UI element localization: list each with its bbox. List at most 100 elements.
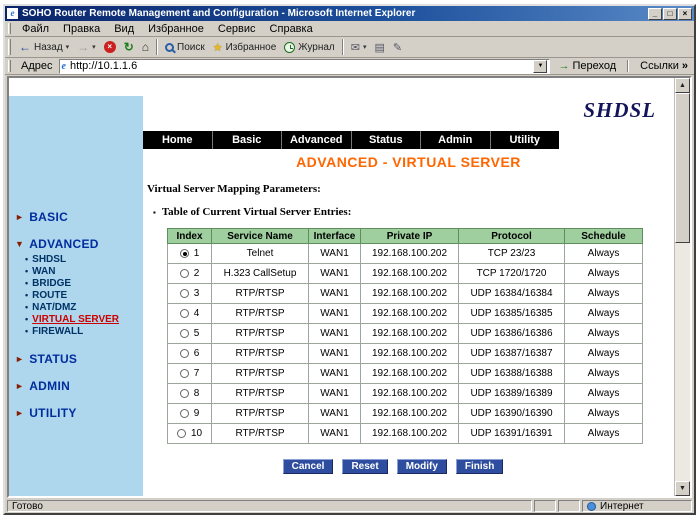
address-dropdown-button[interactable]: ▼ bbox=[533, 60, 547, 73]
sidebar-item-route[interactable]: •ROUTE bbox=[9, 289, 143, 301]
cell-index: 4 bbox=[168, 304, 212, 324]
go-button[interactable]: → Переход bbox=[554, 60, 620, 72]
tab-status[interactable]: Status bbox=[352, 131, 422, 149]
history-button[interactable]: Журнал bbox=[280, 38, 339, 57]
tab-admin[interactable]: Admin bbox=[421, 131, 491, 149]
edit-button[interactable]: ✎ bbox=[389, 38, 406, 57]
cell-private-ip: 192.168.100.202 bbox=[361, 264, 459, 284]
sidebar-section-admin[interactable]: ►ADMIN bbox=[9, 377, 143, 395]
row-select-radio[interactable] bbox=[180, 329, 189, 338]
scrollbar-thumb[interactable] bbox=[675, 93, 690, 243]
menubar-grip[interactable] bbox=[8, 23, 11, 35]
cell-service-name: RTP/RTSP bbox=[212, 344, 309, 364]
scroll-up-button[interactable]: ▲ bbox=[675, 78, 690, 93]
row-select-radio[interactable] bbox=[180, 309, 189, 318]
menu-item-1[interactable]: Файл bbox=[15, 22, 56, 36]
menu-item-3[interactable]: Вид bbox=[107, 22, 141, 36]
sidebar-item-bridge[interactable]: •BRIDGE bbox=[9, 277, 143, 289]
scrollbar-track[interactable] bbox=[675, 243, 690, 481]
back-button[interactable]: ← Назад ▾ bbox=[15, 38, 73, 57]
forward-dropdown-icon[interactable]: ▾ bbox=[92, 43, 96, 51]
sidebar-item-wan[interactable]: •WAN bbox=[9, 265, 143, 277]
back-dropdown-icon[interactable]: ▾ bbox=[66, 43, 70, 51]
mail-button[interactable]: ✉ ▾ bbox=[347, 38, 371, 57]
address-input[interactable]: e http://10.1.1.6 ▼ bbox=[59, 59, 551, 74]
menu-item-2[interactable]: Правка bbox=[56, 22, 107, 36]
go-arrow-icon: → bbox=[558, 60, 569, 72]
refresh-button[interactable]: ↻ bbox=[120, 38, 138, 57]
cell-index: 7 bbox=[168, 364, 212, 384]
row-index: 8 bbox=[194, 388, 200, 399]
sidebar-item-firewall[interactable]: •FIREWALL bbox=[9, 325, 143, 337]
cell-interface: WAN1 bbox=[309, 384, 361, 404]
vertical-scrollbar[interactable]: ▲ ▼ bbox=[674, 78, 690, 496]
sidebar-section-status[interactable]: ►STATUS bbox=[9, 350, 143, 368]
sidebar-section-label: BASIC bbox=[29, 210, 68, 224]
status-ready-pane: Готово bbox=[7, 500, 532, 512]
params-heading: Virtual Server Mapping Parameters: bbox=[147, 183, 674, 195]
bullet-icon: • bbox=[25, 326, 28, 336]
stop-button[interactable]: × bbox=[100, 38, 120, 57]
status-zone-pane: Интернет bbox=[582, 500, 692, 512]
sidebar-section-label: UTILITY bbox=[29, 406, 76, 420]
cell-index: 9 bbox=[168, 404, 212, 424]
cell-schedule: Always bbox=[565, 344, 643, 364]
minimize-button[interactable]: _ bbox=[648, 8, 662, 20]
row-select-radio[interactable] bbox=[180, 409, 189, 418]
tab-basic[interactable]: Basic bbox=[213, 131, 283, 149]
cell-protocol: UDP 16389/16389 bbox=[459, 384, 565, 404]
cancel-button[interactable]: Cancel bbox=[283, 459, 334, 474]
addressbar-grip[interactable] bbox=[8, 60, 11, 72]
finish-button[interactable]: Finish bbox=[456, 459, 503, 474]
row-index: 7 bbox=[194, 368, 200, 379]
reset-button[interactable]: Reset bbox=[342, 459, 387, 474]
search-button[interactable]: Поиск bbox=[161, 38, 209, 57]
refresh-icon: ↻ bbox=[124, 40, 134, 54]
row-select-radio[interactable] bbox=[180, 249, 189, 258]
sidebar-item-shdsl[interactable]: •SHDSL bbox=[9, 253, 143, 265]
tab-utility[interactable]: Utility bbox=[491, 131, 560, 149]
sidebar-section-advanced[interactable]: ▼ADVANCED bbox=[9, 235, 143, 253]
mail-icon: ✉ bbox=[351, 41, 360, 54]
cell-protocol: TCP 1720/1720 bbox=[459, 264, 565, 284]
row-select-radio[interactable] bbox=[180, 369, 189, 378]
home-button[interactable]: ⌂ bbox=[138, 38, 153, 57]
sidebar-item-label: BRIDGE bbox=[32, 278, 71, 289]
back-icon: ← bbox=[19, 40, 31, 54]
menu-item-6[interactable]: Справка bbox=[263, 22, 320, 36]
tab-advanced[interactable]: Advanced bbox=[282, 131, 352, 149]
toolbar-separator bbox=[342, 39, 344, 55]
maximize-button[interactable]: □ bbox=[663, 8, 677, 20]
row-index: 4 bbox=[194, 308, 200, 319]
print-button[interactable]: ▤ bbox=[371, 38, 389, 57]
cell-interface: WAN1 bbox=[309, 344, 361, 364]
sidebar-section-label: ADVANCED bbox=[29, 237, 99, 251]
favorites-button[interactable]: ★ Избранное bbox=[209, 38, 281, 57]
toolbar-grip[interactable] bbox=[8, 39, 11, 55]
print-icon: ▤ bbox=[375, 41, 385, 54]
mail-dropdown-icon[interactable]: ▾ bbox=[363, 43, 367, 51]
form-button-row: Cancel Reset Modify Finish bbox=[143, 459, 643, 474]
links-button[interactable]: Ссылки » bbox=[636, 60, 692, 72]
modify-button[interactable]: Modify bbox=[397, 459, 447, 474]
tab-home[interactable]: Home bbox=[143, 131, 213, 149]
sidebar-item-label: NAT/DMZ bbox=[32, 302, 76, 313]
row-select-radio[interactable] bbox=[180, 349, 189, 358]
sidebar-section-utility[interactable]: ►UTILITY bbox=[9, 404, 143, 422]
sidebar-item-virtual-server[interactable]: •VIRTUAL SERVER bbox=[9, 313, 143, 325]
home-icon: ⌂ bbox=[142, 40, 149, 54]
row-select-radio[interactable] bbox=[180, 269, 189, 278]
close-button[interactable]: × bbox=[678, 8, 692, 20]
row-select-radio[interactable] bbox=[180, 289, 189, 298]
row-select-radio[interactable] bbox=[177, 429, 186, 438]
menu-item-4[interactable]: Избранное bbox=[141, 22, 211, 36]
sidebar-item-nat-dmz[interactable]: •NAT/DMZ bbox=[9, 301, 143, 313]
scroll-down-button[interactable]: ▼ bbox=[675, 481, 690, 496]
cell-protocol: UDP 16385/16385 bbox=[459, 304, 565, 324]
row-select-radio[interactable] bbox=[180, 389, 189, 398]
menu-item-5[interactable]: Сервис bbox=[211, 22, 263, 36]
column-header-schedule: Schedule bbox=[565, 229, 643, 244]
sidebar-section-basic[interactable]: ►BASIC bbox=[9, 208, 143, 226]
row-index: 6 bbox=[194, 348, 200, 359]
forward-button[interactable]: → ▾ bbox=[73, 38, 100, 57]
